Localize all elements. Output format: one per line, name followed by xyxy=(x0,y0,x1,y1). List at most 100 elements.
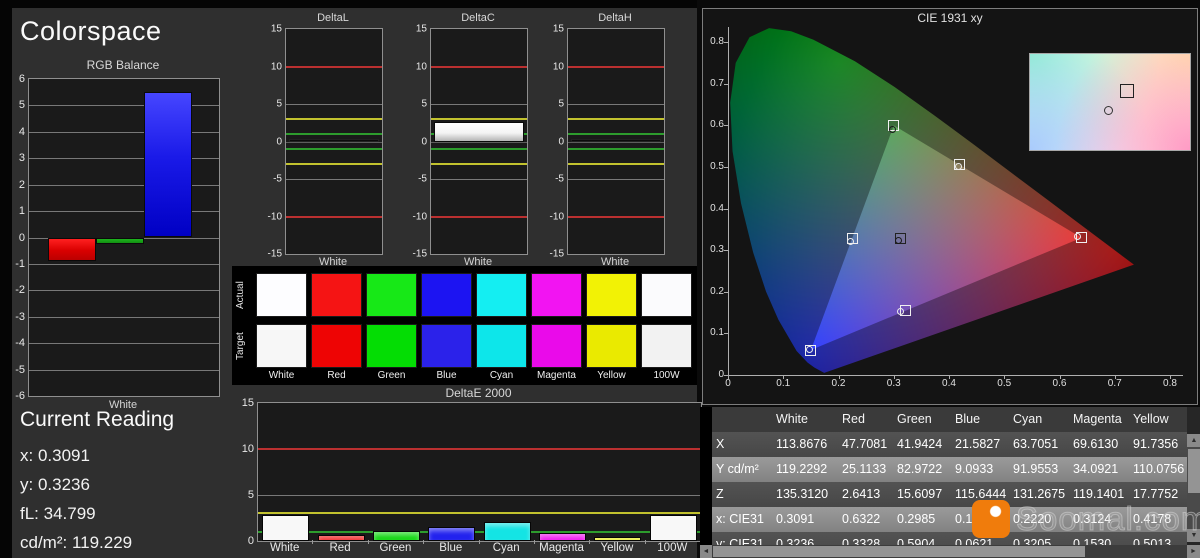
tick-mark xyxy=(1115,375,1116,379)
horizontal-scrollbar[interactable]: ◄ ► xyxy=(700,545,1200,558)
swatch-target-yellow xyxy=(586,324,637,368)
table-header-cell: Yellow xyxy=(1129,407,1187,432)
zero-line xyxy=(286,142,382,143)
deltae-x-label: White xyxy=(257,542,312,554)
cie-y-tick-label: 0.3 xyxy=(703,244,724,255)
reference-line xyxy=(568,216,664,218)
gridline xyxy=(29,370,219,371)
tick-mark xyxy=(1170,375,1171,379)
swatch-actual-green xyxy=(366,273,417,317)
cie-x-tick-label: 0.3 xyxy=(879,378,909,389)
chart-title: DeltaH xyxy=(567,12,663,24)
reading-y: y: 0.3236 xyxy=(20,470,132,499)
table-header-cell: Blue xyxy=(951,407,1009,432)
reference-line xyxy=(286,163,382,165)
deltae-x-label: Magenta xyxy=(534,542,589,554)
swatch-actual-magenta xyxy=(531,273,582,317)
y-tick-label: 5 xyxy=(19,99,29,111)
y-tick-label: 0 xyxy=(276,136,286,147)
swatch-column-label: Red xyxy=(311,370,362,381)
tick-mark xyxy=(724,209,728,210)
cie-x-tick-label: 0.6 xyxy=(1045,378,1075,389)
reference-line xyxy=(431,66,527,68)
cie-y-tick-label: 0.1 xyxy=(703,327,724,338)
x-tick-mark xyxy=(534,540,535,544)
horizontal-scroll-thumb[interactable] xyxy=(713,546,1085,557)
reference-line xyxy=(431,148,527,150)
deltae-2000-panel: DeltaE 2000 151050 WhiteRedGreenBlueCyan… xyxy=(232,385,702,558)
y-tick-label: 5 xyxy=(558,99,568,110)
gridline xyxy=(29,317,219,318)
y-tick-label: 15 xyxy=(416,24,431,35)
left-panel: Colorspace RGB Balance 6543210-1-2-3-4-5… xyxy=(12,8,232,558)
chart-plot: 151050-5-10-15 xyxy=(567,28,665,255)
reading-fL: fL: 34.799 xyxy=(20,499,132,528)
y-tick-label: 3 xyxy=(19,152,29,164)
deltae-x-label: Yellow xyxy=(589,542,644,554)
swatch-target-green xyxy=(366,324,417,368)
rgb-bar-green xyxy=(96,238,144,245)
gridline xyxy=(568,104,664,105)
reference-line xyxy=(286,66,382,68)
rgb-balance-chart: 6543210-1-2-3-4-5-6 xyxy=(28,78,220,397)
deltae-bar-cyan xyxy=(484,522,531,541)
scroll-left-button[interactable]: ◄ xyxy=(700,545,712,558)
scroll-up-button[interactable]: ▲ xyxy=(1187,434,1200,447)
delta-bar xyxy=(289,139,379,142)
tick-mark xyxy=(949,375,950,379)
current-reading-heading: Current Reading xyxy=(20,408,174,432)
deltae-bar-white xyxy=(262,515,309,541)
table-cell: 135.3120 xyxy=(772,482,838,507)
table-cell: 15.6097 xyxy=(893,482,951,507)
swatch-target-blue xyxy=(421,324,472,368)
tick-mark xyxy=(724,333,728,334)
cie-y-tick-label: 0.4 xyxy=(703,203,724,214)
vertical-scroll-thumb[interactable] xyxy=(1188,449,1200,493)
y-tick-label: 0 xyxy=(421,136,431,147)
table-cell: 69.6130 xyxy=(1069,432,1129,457)
table-cell: 41.9424 xyxy=(893,432,951,457)
chart-title: DeltaL xyxy=(285,12,381,24)
y-tick-label: -6 xyxy=(15,390,29,402)
swatch-target-red xyxy=(311,324,362,368)
y-tick-label: -5 xyxy=(273,174,286,185)
table-cell: 91.7356 xyxy=(1129,432,1187,457)
swatch-column-label: White xyxy=(256,370,307,381)
y-tick-label: -15 xyxy=(550,249,568,260)
table-row-label: X xyxy=(712,432,772,457)
swatch-column-label: Yellow xyxy=(586,370,637,381)
reference-line xyxy=(286,148,382,150)
table-cell: 119.2292 xyxy=(772,457,838,482)
table-left-strip xyxy=(700,407,712,558)
swatch-target-magenta xyxy=(531,324,582,368)
deltae-bar-green xyxy=(373,531,420,541)
scroll-right-button[interactable]: ► xyxy=(1187,545,1200,558)
soomal-logo-icon xyxy=(972,500,1010,538)
cie-measured-blue xyxy=(806,346,813,353)
table-header-row: WhiteRedGreenBlueCyanMagentaYellow xyxy=(712,407,1187,432)
swatch-column-label: Cyan xyxy=(476,370,527,381)
table-cell: 21.5827 xyxy=(951,432,1009,457)
tick-mark xyxy=(894,375,895,379)
cie-x-tick-label: 0.1 xyxy=(768,378,798,389)
y-tick-label: 15 xyxy=(242,397,258,409)
swatch-actual-cyan xyxy=(476,273,527,317)
swatch-column-label: Green xyxy=(366,370,417,381)
page-title: Colorspace xyxy=(20,16,162,47)
x-tick-mark xyxy=(312,540,313,544)
table-cell: 0.6322 xyxy=(838,507,893,532)
reference-line xyxy=(258,448,701,450)
table-header-cell: Green xyxy=(893,407,951,432)
inset-measured-marker xyxy=(1104,106,1113,115)
reference-line xyxy=(568,133,664,135)
reference-line xyxy=(258,531,701,533)
deltae-x-label: Red xyxy=(312,542,367,554)
table-row-label: Y cd/m² xyxy=(712,457,772,482)
table-cell: 2.6413 xyxy=(838,482,893,507)
y-tick-label: 0 xyxy=(19,232,29,244)
tick-mark xyxy=(724,167,728,168)
y-tick-label: 1 xyxy=(19,205,29,217)
y-tick-label: -5 xyxy=(555,174,568,185)
y-tick-label: 15 xyxy=(271,24,286,35)
tick-mark xyxy=(724,292,728,293)
